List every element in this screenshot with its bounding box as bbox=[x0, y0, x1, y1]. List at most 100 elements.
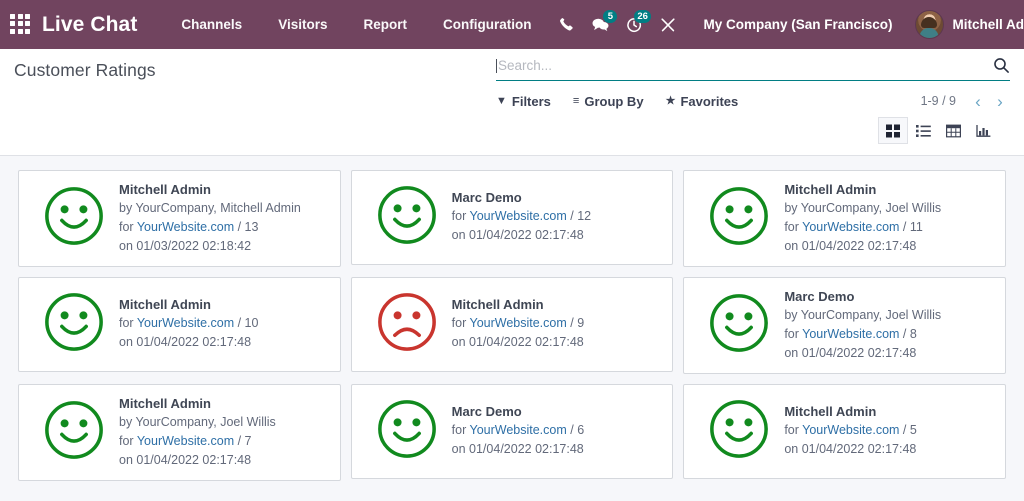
menu-item-configuration[interactable]: Configuration bbox=[425, 17, 549, 32]
rating-resource-suffix: / 5 bbox=[899, 423, 917, 437]
happy-face-icon bbox=[43, 399, 105, 466]
rating-card[interactable]: Mitchell Admin by YourCompany, Joel Willi… bbox=[683, 170, 1006, 267]
kanban-cell: Mitchell Admin by YourCompany, Mitchell A… bbox=[13, 165, 346, 272]
rating-date-line: on 01/04/2022 02:17:48 bbox=[784, 442, 917, 456]
kanban-cell: Mitchell Admin for YourWebsite.com / 5 on … bbox=[678, 379, 1011, 486]
rating-resource-suffix: / 8 bbox=[899, 326, 917, 341]
rating-resource-suffix: / 6 bbox=[566, 423, 585, 437]
rating-card[interactable]: Marc Demo by YourCompany, Joel Willis for … bbox=[683, 277, 1006, 374]
rating-date-line: on 01/04/2022 02:17:48 bbox=[451, 228, 584, 242]
rating-partner-name: Mitchell Admin bbox=[119, 297, 211, 312]
rating-resource-prefix: for bbox=[119, 316, 137, 330]
rating-resource-link[interactable]: YourWebsite.com bbox=[137, 316, 234, 330]
pivot-view-button[interactable] bbox=[938, 117, 968, 144]
kanban-icon bbox=[886, 124, 900, 137]
filter-icon: ▼ bbox=[496, 94, 507, 107]
rating-card[interactable]: Marc Demo for YourWebsite.com / 6 on 01/04… bbox=[350, 384, 674, 479]
rating-date-line: on 01/04/2022 02:17:48 bbox=[119, 335, 252, 349]
rating-author-line: by YourCompany, Joel Willis bbox=[784, 307, 942, 322]
pager-previous-icon[interactable]: ‹ bbox=[968, 91, 988, 111]
rating-info: Mitchell Admin for YourWebsite.com / 9 on … bbox=[452, 297, 663, 352]
filters-label: Filters bbox=[511, 93, 551, 109]
list-icon bbox=[915, 124, 931, 137]
pager: 1-9 / 9 ‹ › bbox=[921, 91, 1010, 111]
rating-card[interactable]: Marc Demo for YourWebsite.com / 12 on 01/0… bbox=[350, 170, 674, 265]
rating-resource-link[interactable]: YourWebsite.com bbox=[137, 220, 234, 234]
systray: 5 26 My Company (San Francisco) Mitchell… bbox=[549, 9, 1024, 40]
tools-wrench-icon[interactable] bbox=[651, 10, 685, 40]
rating-resource-suffix: / 12 bbox=[566, 209, 592, 223]
group-by-button[interactable]: ≡ Group By bbox=[573, 94, 644, 109]
filter-row: ▼ Filters ≡ Group By ★ Favorites 1-9 / 9… bbox=[496, 90, 1010, 112]
rating-partner-name: Marc Demo bbox=[784, 288, 855, 304]
rating-info: Mitchell Admin by YourCompany, Joel Willi… bbox=[119, 396, 330, 470]
search-icon[interactable] bbox=[993, 57, 1010, 74]
kanban-cell: Marc Demo by YourCompany, Joel Willis for … bbox=[678, 272, 1011, 379]
rating-info: Marc Demo by YourCompany, Joel Willis for … bbox=[784, 289, 995, 363]
menu-item-channels[interactable]: Channels bbox=[163, 17, 260, 32]
rating-resource-prefix: for bbox=[451, 316, 470, 330]
search-bar[interactable] bbox=[496, 55, 1010, 81]
filters-button[interactable]: ▼ Filters bbox=[496, 94, 551, 109]
rating-partner-name: Mitchell Admin bbox=[119, 395, 211, 411]
rating-resource-line: for YourWebsite.com / 10 bbox=[119, 314, 330, 333]
rating-resource-prefix: for bbox=[119, 219, 137, 234]
rating-resource-line: for YourWebsite.com / 8 bbox=[784, 325, 995, 344]
rating-resource-prefix: for bbox=[784, 219, 803, 234]
rating-card[interactable]: Mitchell Admin for YourWebsite.com / 10 on… bbox=[18, 277, 341, 372]
rating-resource-link[interactable]: YourWebsite.com bbox=[470, 209, 567, 223]
view-switcher bbox=[878, 117, 998, 144]
menu-item-report[interactable]: Report bbox=[345, 17, 425, 32]
happy-face-icon bbox=[708, 398, 770, 465]
rating-partner-name: Mitchell Admin bbox=[784, 404, 877, 419]
activities-badge: 26 bbox=[633, 9, 652, 23]
pager-next-icon[interactable]: › bbox=[990, 91, 1010, 111]
kanban-cell: Marc Demo for YourWebsite.com / 6 on 01/04… bbox=[346, 379, 679, 486]
rating-info: Mitchell Admin for YourWebsite.com / 10 on… bbox=[119, 297, 330, 352]
rating-date-line: on 01/04/2022 02:17:48 bbox=[119, 452, 252, 467]
messages-icon[interactable]: 5 bbox=[583, 9, 618, 40]
kanban-view-button[interactable] bbox=[878, 117, 908, 144]
user-menu[interactable]: Mitchell Admin bbox=[914, 10, 1024, 39]
activities-clock-icon[interactable]: 26 bbox=[617, 9, 652, 40]
list-view-button[interactable] bbox=[908, 117, 938, 144]
rating-resource-suffix: / 13 bbox=[234, 219, 259, 234]
graph-view-button[interactable] bbox=[968, 117, 998, 144]
search-input[interactable] bbox=[498, 58, 993, 73]
rating-resource-link[interactable]: YourWebsite.com bbox=[470, 316, 567, 330]
rating-card[interactable]: Mitchell Admin by YourCompany, Joel Willi… bbox=[18, 384, 341, 481]
phone-icon[interactable] bbox=[549, 10, 583, 40]
kanban-cell: Mitchell Admin by YourCompany, Joel Willi… bbox=[13, 379, 346, 486]
rating-resource-line: for YourWebsite.com / 11 bbox=[784, 218, 995, 237]
rating-partner-name: Mitchell Admin bbox=[784, 181, 877, 197]
graph-icon bbox=[975, 124, 990, 137]
rating-card[interactable]: Mitchell Admin for YourWebsite.com / 5 on … bbox=[683, 384, 1006, 479]
kanban-cell: Mitchell Admin for YourWebsite.com / 9 on … bbox=[346, 272, 679, 379]
rating-resource-link[interactable]: YourWebsite.com bbox=[802, 327, 899, 341]
rating-partner-name: Mitchell Admin bbox=[451, 297, 544, 312]
main-menu: Channels Visitors Report Configuration bbox=[163, 17, 549, 32]
rating-resource-line: for YourWebsite.com / 9 bbox=[452, 314, 663, 333]
favorites-button[interactable]: ★ Favorites bbox=[666, 94, 739, 109]
search-area: ▼ Filters ≡ Group By ★ Favorites 1-9 / 9… bbox=[496, 55, 1010, 144]
rating-resource-link[interactable]: YourWebsite.com bbox=[470, 423, 567, 437]
pager-count: 1-9 / 9 bbox=[920, 94, 956, 108]
kanban-cell: Marc Demo for YourWebsite.com / 12 on 01/0… bbox=[346, 165, 679, 272]
rating-resource-prefix: for bbox=[451, 209, 470, 223]
star-icon: ★ bbox=[665, 94, 676, 107]
apps-grid-icon[interactable] bbox=[10, 13, 30, 36]
control-panel: Customer Ratings ▼ Filters ≡ Group By bbox=[0, 49, 1024, 156]
rating-card[interactable]: Mitchell Admin for YourWebsite.com / 9 on … bbox=[350, 277, 674, 372]
menu-item-visitors[interactable]: Visitors bbox=[260, 17, 345, 32]
rating-resource-link[interactable]: YourWebsite.com bbox=[802, 423, 899, 437]
rating-author-line: by YourCompany, Joel Willis bbox=[784, 200, 942, 215]
messages-badge: 5 bbox=[603, 9, 618, 23]
rating-resource-link[interactable]: YourWebsite.com bbox=[802, 220, 899, 234]
kanban-cell: Mitchell Admin for YourWebsite.com / 10 on… bbox=[13, 272, 346, 379]
rating-resource-suffix: / 11 bbox=[899, 219, 923, 234]
company-switcher[interactable]: My Company (San Francisco) bbox=[703, 17, 892, 32]
app-brand-title[interactable]: Live Chat bbox=[42, 13, 137, 37]
rating-resource-link[interactable]: YourWebsite.com bbox=[137, 434, 234, 448]
rating-card[interactable]: Mitchell Admin by YourCompany, Mitchell A… bbox=[18, 170, 341, 267]
rating-partner-name: Marc Demo bbox=[451, 404, 522, 419]
